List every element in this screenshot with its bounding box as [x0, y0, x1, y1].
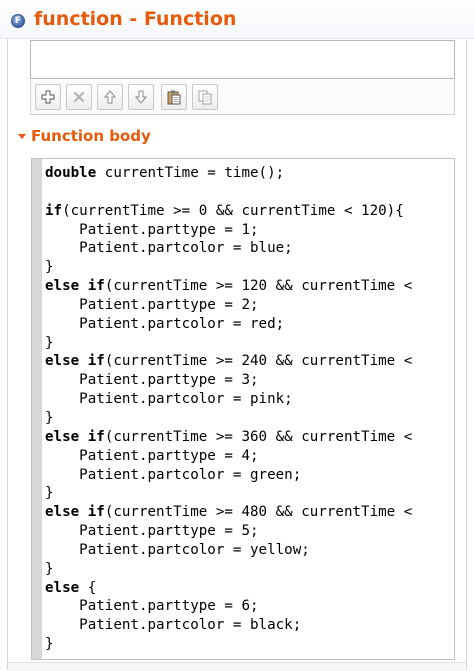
- code-keyword: else: [45, 278, 80, 295]
- function-icon: [11, 14, 25, 28]
- code-token: Patient.parttype = 3;: [45, 372, 259, 389]
- code-token: }: [45, 334, 54, 351]
- code-token: Patient.parttype = 4;: [45, 447, 259, 464]
- code-line: }: [45, 635, 412, 654]
- code-token: (currentTime >= 0 && currentTime < 120){: [62, 202, 404, 219]
- page-title: function - Function: [34, 8, 237, 30]
- paste-icon: [167, 90, 181, 105]
- code-token: }: [45, 560, 54, 577]
- code-line: else if(currentTime >= 120 && currentTim…: [45, 277, 412, 296]
- code-line: Patient.partcolor = green;: [45, 466, 412, 485]
- code-line: Patient.partcolor = yellow;: [45, 541, 412, 560]
- code-keyword: double: [45, 165, 97, 181]
- code-token: (currentTime >= 480 && currentTime <: [104, 504, 413, 521]
- code-line: }: [45, 258, 412, 277]
- collapse-caret-icon[interactable]: [18, 134, 26, 139]
- code-token: Patient.partcolor = green;: [45, 466, 302, 483]
- code-token: currentTime = time();: [96, 165, 285, 181]
- code-token: }: [45, 409, 54, 426]
- code-keyword: else: [45, 428, 80, 445]
- code-token: Patient.parttype = 5;: [45, 523, 259, 540]
- code-token: Patient.partcolor = black;: [45, 617, 302, 634]
- code-line: Patient.parttype = 4;: [45, 447, 412, 466]
- code-editor[interactable]: double currentTime = time(); if(currentT…: [31, 158, 455, 660]
- code-line: Patient.parttype = 2;: [45, 296, 412, 315]
- code-line: double currentTime = time();: [45, 164, 412, 183]
- code-line: else if(currentTime >= 240 && currentTim…: [45, 352, 412, 371]
- arrow-down-icon: [134, 90, 148, 104]
- code-line: }: [45, 560, 412, 579]
- code-token: Patient.partcolor = yellow;: [45, 541, 310, 558]
- remove-icon: [73, 91, 85, 103]
- code-line: }: [45, 484, 412, 503]
- code-line: if(currentTime >= 0 && currentTime < 120…: [45, 202, 412, 221]
- code-line: Patient.partcolor = blue;: [45, 239, 412, 258]
- move-up-button[interactable]: [97, 84, 123, 110]
- panel-border-right: [466, 36, 467, 670]
- code-token: Patient.partcolor = blue;: [45, 240, 293, 257]
- code-token: (currentTime >= 360 && currentTime <: [104, 428, 413, 445]
- editor-gutter: [32, 159, 42, 659]
- code-line: Patient.parttype = 6;: [45, 597, 412, 616]
- code-token: (currentTime >= 240 && currentTime <: [104, 353, 413, 370]
- paste-button[interactable]: [161, 84, 187, 110]
- code-line: else {: [45, 579, 412, 598]
- code-keyword: else: [45, 579, 80, 596]
- code-line: Patient.partcolor = pink;: [45, 390, 412, 409]
- panel-header: function - Function: [0, 0, 474, 39]
- move-down-button[interactable]: [128, 84, 154, 110]
- add-button[interactable]: [35, 84, 61, 110]
- code-token: (currentTime >= 120 && currentTime <: [104, 278, 413, 295]
- code-text[interactable]: double currentTime = time(); if(currentT…: [45, 164, 412, 654]
- copy-icon: [198, 90, 212, 105]
- code-line: Patient.partcolor = black;: [45, 616, 412, 635]
- code-line: Patient.parttype = 3;: [45, 371, 412, 390]
- code-token: }: [45, 259, 54, 276]
- code-keyword: if: [87, 353, 105, 370]
- code-token: Patient.parttype = 6;: [45, 598, 259, 615]
- code-token: }: [45, 485, 54, 502]
- plus-icon: [41, 90, 55, 104]
- code-token: }: [45, 636, 54, 653]
- copy-button[interactable]: [192, 84, 218, 110]
- code-line: Patient.parttype = 1;: [45, 221, 412, 240]
- code-keyword: else: [45, 353, 80, 370]
- code-line: }: [45, 334, 412, 353]
- code-line: Patient.parttype = 5;: [45, 522, 412, 541]
- code-keyword: else: [45, 504, 80, 521]
- code-keyword: if: [87, 504, 105, 521]
- arguments-toolbar: [30, 80, 455, 115]
- arrow-up-icon: [103, 90, 117, 104]
- properties-panel: function - Function: [0, 0, 474, 671]
- section-title: Function body: [31, 127, 151, 145]
- code-token: Patient.partcolor = pink;: [45, 391, 293, 408]
- code-line: else if(currentTime >= 480 && currentTim…: [45, 503, 412, 522]
- code-token: Patient.partcolor = red;: [45, 315, 285, 332]
- code-keyword: if: [87, 428, 105, 445]
- code-keyword: if: [87, 278, 105, 295]
- function-body-section-header[interactable]: Function body: [8, 124, 466, 152]
- code-token: Patient.parttype = 2;: [45, 296, 259, 313]
- code-line: }: [45, 409, 412, 428]
- code-keyword: if: [45, 202, 63, 219]
- code-token: Patient.parttype = 1;: [45, 221, 259, 238]
- code-line: else if(currentTime >= 360 && currentTim…: [45, 428, 412, 447]
- code-line: Patient.partcolor = red;: [45, 315, 412, 334]
- arguments-list[interactable]: [30, 40, 455, 79]
- remove-button[interactable]: [66, 84, 92, 110]
- code-token: {: [79, 579, 97, 596]
